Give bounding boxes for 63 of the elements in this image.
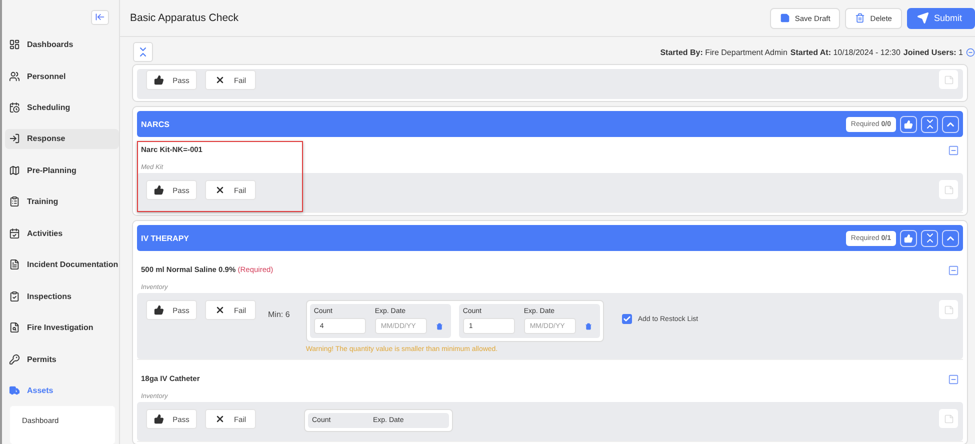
collapse-sidebar-button[interactable]	[91, 10, 109, 25]
collapse-icon	[137, 46, 149, 58]
section-title: NARCS	[141, 120, 170, 128]
clipboard-check-icon	[9, 290, 20, 302]
note-icon	[944, 184, 954, 194]
chevron-up-button[interactable]	[942, 230, 959, 246]
sidebar-item[interactable]: Response	[5, 129, 119, 149]
collapse-icon	[95, 12, 105, 22]
collapse-all-button[interactable]	[133, 42, 153, 62]
clipboard-icon	[9, 196, 20, 208]
sidebar-item[interactable]: Activities	[5, 224, 119, 244]
sidebar-item[interactable]: Training	[5, 192, 119, 212]
pass-all-button[interactable]	[900, 230, 917, 246]
thumbs-up-icon	[154, 185, 164, 195]
close-icon	[214, 414, 225, 424]
trash-icon[interactable]	[584, 322, 592, 330]
section-title: IV THERAPY	[141, 234, 190, 242]
page-title: Basic Apparatus Check	[130, 12, 240, 24]
sidebar-item[interactable]: Incident Documentation	[5, 255, 119, 274]
info-text: Joined Users: 1	[903, 48, 963, 56]
thumbs-up-icon	[904, 120, 913, 128]
collapse-button[interactable]	[921, 116, 938, 132]
key-icon	[9, 354, 20, 365]
thumbs-up-icon	[154, 75, 164, 85]
document-icon	[9, 322, 20, 334]
dashboard-icon	[9, 39, 20, 50]
document-icon	[9, 259, 20, 270]
sidebar-item[interactable]: Fire Investigation	[5, 318, 119, 338]
trash-icon[interactable]	[436, 322, 443, 330]
minus-square-icon[interactable]	[948, 265, 959, 276]
sidebar-item[interactable]: Personnel	[5, 66, 119, 86]
thumbs-up-icon	[154, 414, 164, 424]
pass-all-button[interactable]	[900, 116, 917, 132]
note-icon	[944, 414, 954, 424]
close-icon	[214, 75, 225, 85]
people-icon	[9, 70, 20, 82]
thumbs-up-icon	[904, 234, 913, 242]
sidebar-item[interactable]: Scheduling	[5, 98, 119, 118]
close-icon	[214, 305, 225, 315]
calendar-icon	[9, 102, 20, 114]
send-icon	[916, 12, 929, 24]
sidebar-item[interactable]: Dashboards	[5, 34, 119, 54]
thumbs-up-icon	[154, 305, 164, 315]
info-text: Started By: Fire Department Admin	[660, 48, 788, 56]
sidebar-item[interactable]: Pre-Planning	[5, 160, 119, 180]
sidebar-item[interactable]: Inspections	[5, 286, 119, 306]
minus-square-icon[interactable]	[948, 145, 959, 156]
info-text: Started At: 10/18/2024 - 12:30	[790, 48, 900, 56]
login-icon	[9, 133, 20, 144]
map-icon	[9, 164, 20, 176]
sidebar-item[interactable]: Permits	[5, 349, 119, 369]
calendar-icon	[9, 228, 20, 239]
truck-icon	[9, 384, 20, 396]
collapse-button[interactable]	[921, 230, 938, 246]
trash-icon	[855, 13, 866, 23]
minimum-text: Min: 6	[268, 310, 290, 319]
note-icon	[944, 304, 954, 314]
checkbox[interactable]	[622, 314, 632, 324]
close-icon	[214, 185, 225, 195]
note-icon	[944, 74, 954, 84]
chevron-up-button[interactable]	[942, 116, 959, 132]
submit-button[interactable]: Submit	[906, 8, 975, 28]
minus-square-icon[interactable]	[948, 374, 959, 385]
